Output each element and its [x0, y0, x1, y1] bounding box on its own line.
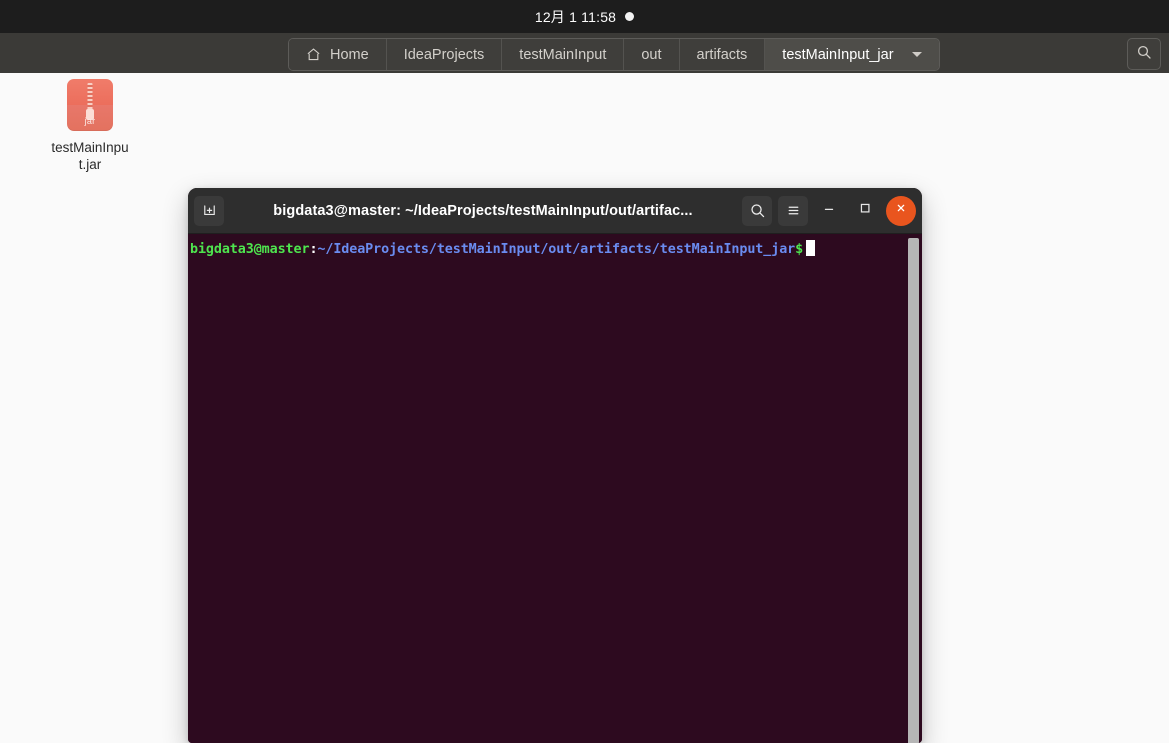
- breadcrumb-item-out[interactable]: out: [624, 39, 680, 70]
- terminal-prompt-sigil: $: [795, 242, 804, 257]
- breadcrumb-label: out: [641, 46, 662, 63]
- terminal-title: bigdata3@master: ~/IdeaProjects/testMain…: [273, 202, 693, 219]
- clock-text: 12月 1 11:58: [534, 8, 617, 25]
- breadcrumb-item-testmaininput[interactable]: testMainInput: [502, 39, 625, 70]
- desktop-area[interactable]: jar testMainInput.jar bigdata3@master: ~…: [0, 73, 1169, 743]
- top-panel: 12月 1 11:58: [0, 0, 1169, 33]
- clock-area[interactable]: 12月 1 11:58: [534, 7, 635, 27]
- breadcrumb-label: IdeaProjects: [403, 46, 485, 63]
- breadcrumb-label: Home: [330, 46, 369, 63]
- new-tab-button[interactable]: [194, 195, 224, 226]
- breadcrumb-label: testMainInput_jar: [782, 46, 894, 63]
- close-icon: [893, 200, 909, 221]
- chevron-down-icon[interactable]: [911, 52, 922, 57]
- new-tab-icon: [201, 202, 218, 219]
- breadcrumb-item-testmaininput-jar[interactable]: testMainInput_jar: [765, 39, 939, 70]
- notification-dot-icon: [625, 12, 635, 21]
- terminal-body[interactable]: bigdata3@master:~/IdeaProjects/testMainI…: [188, 234, 922, 743]
- close-button[interactable]: [886, 195, 916, 226]
- terminal-user-host: bigdata3@master: [190, 242, 310, 257]
- breadcrumb-bar: Home IdeaProjects testMainInput out arti…: [0, 33, 1169, 73]
- jar-archive-icon: jar: [67, 79, 113, 131]
- breadcrumb-item-artifacts[interactable]: artifacts: [679, 39, 766, 70]
- desktop-icon-testmaininput-jar[interactable]: jar testMainInput.jar: [47, 79, 133, 173]
- terminal-prompt-line: bigdata3@master:~/IdeaProjects/testMainI…: [188, 240, 922, 259]
- terminal-window[interactable]: bigdata3@master: ~/IdeaProjects/testMain…: [188, 188, 922, 743]
- maximize-button[interactable]: [850, 196, 880, 226]
- desktop-icon-label: testMainInput.jar: [51, 140, 129, 172]
- breadcrumb: Home IdeaProjects testMainInput out arti…: [288, 38, 940, 71]
- terminal-menu-button[interactable]: [778, 195, 808, 226]
- terminal-titlebar-controls: [742, 195, 916, 226]
- home-icon: [306, 47, 321, 62]
- terminal-titlebar[interactable]: bigdata3@master: ~/IdeaProjects/testMain…: [188, 188, 922, 234]
- jar-badge-label: jar: [84, 116, 96, 126]
- terminal-cursor: [806, 240, 816, 256]
- search-icon: [749, 202, 766, 219]
- minimize-button[interactable]: [814, 196, 844, 226]
- search-icon: [1136, 44, 1152, 65]
- breadcrumb-label: testMainInput: [519, 46, 607, 63]
- terminal-search-button[interactable]: [742, 195, 772, 226]
- hamburger-menu-icon: [785, 202, 802, 219]
- maximize-icon: [857, 200, 873, 221]
- zipper-teeth-icon: [87, 83, 93, 110]
- minimize-icon: [821, 200, 837, 221]
- breadcrumb-item-ideaprojects[interactable]: IdeaProjects: [386, 39, 503, 70]
- terminal-prompt-path: ~/IdeaProjects/testMainInput/out/artifac…: [317, 242, 796, 257]
- terminal-scrollbar[interactable]: [908, 238, 919, 743]
- pathbar-search-button[interactable]: [1127, 38, 1161, 70]
- breadcrumb-label: artifacts: [696, 46, 748, 63]
- breadcrumb-item-home[interactable]: Home: [289, 39, 387, 70]
